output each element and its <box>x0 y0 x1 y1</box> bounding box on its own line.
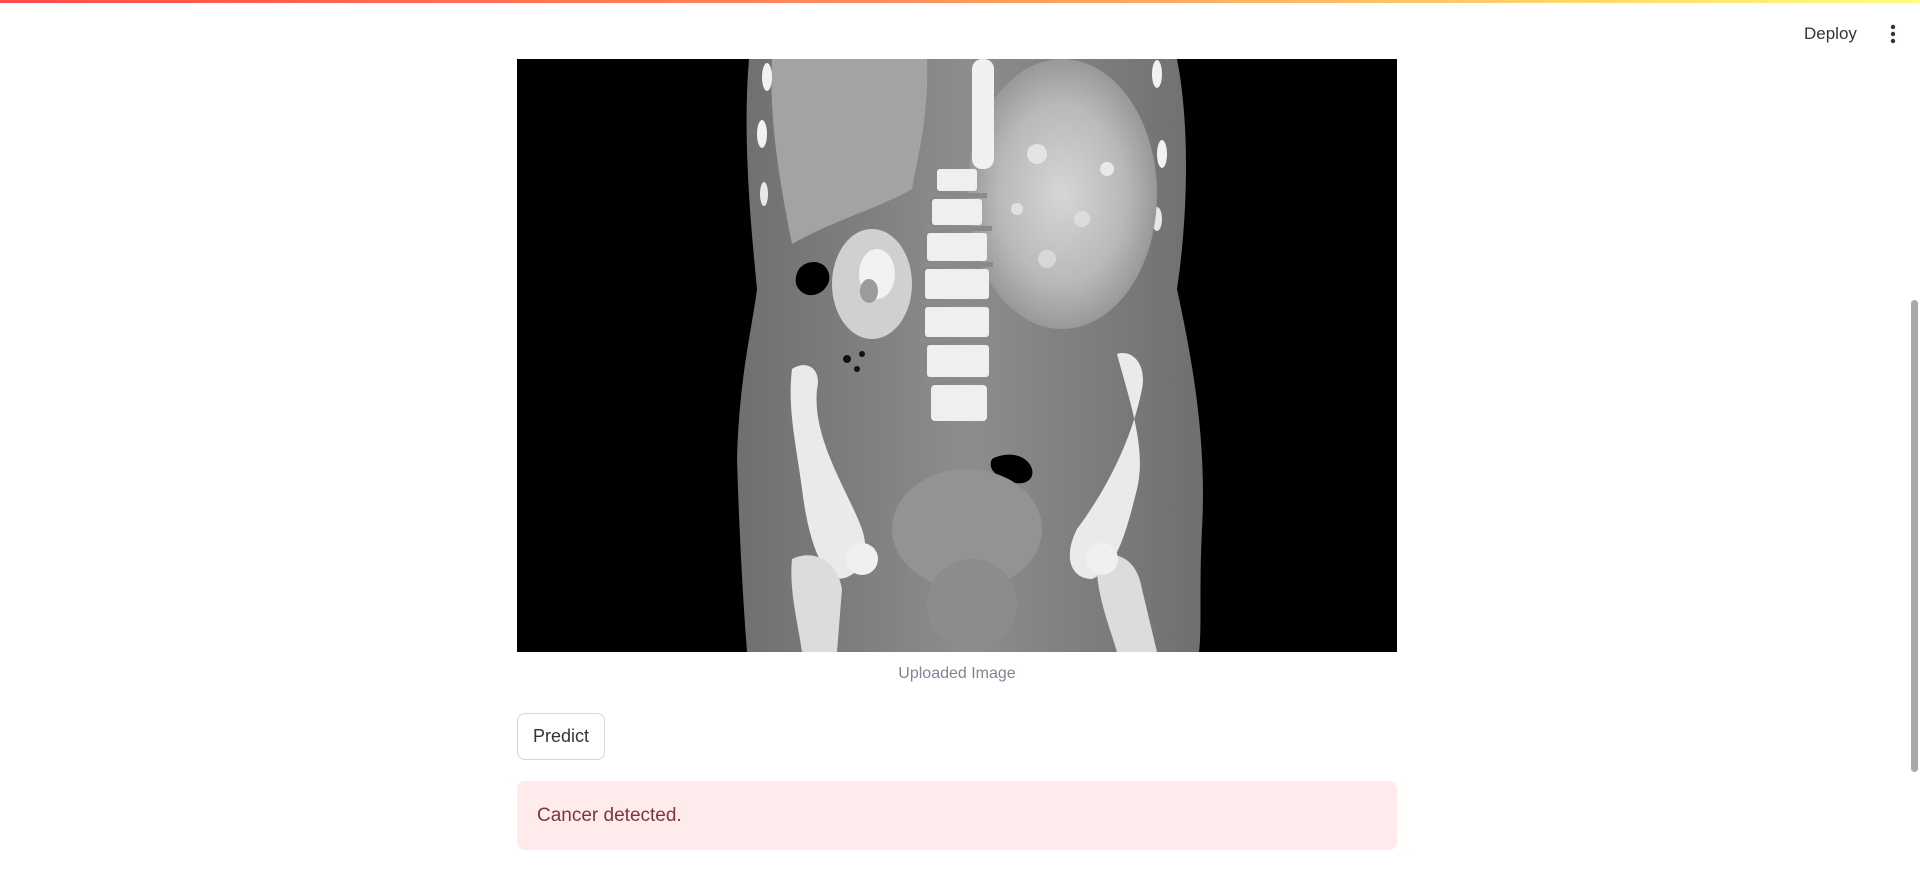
scrollbar-thumb[interactable] <box>1911 300 1918 772</box>
ct-scan-image <box>517 59 1397 652</box>
image-caption: Uploaded Image <box>898 665 1016 682</box>
result-alert: Cancer detected. <box>517 781 1397 850</box>
main-menu-button[interactable] <box>1876 17 1910 51</box>
vertical-ellipsis-icon <box>1890 24 1896 44</box>
app-header: Deploy <box>0 3 1920 61</box>
uploaded-ct-image <box>517 59 1397 652</box>
page-scrollbar[interactable] <box>1908 0 1920 885</box>
result-message: Cancer detected. <box>537 804 682 826</box>
predict-button[interactable]: Predict <box>517 713 606 760</box>
deploy-button[interactable]: Deploy <box>1794 17 1867 51</box>
